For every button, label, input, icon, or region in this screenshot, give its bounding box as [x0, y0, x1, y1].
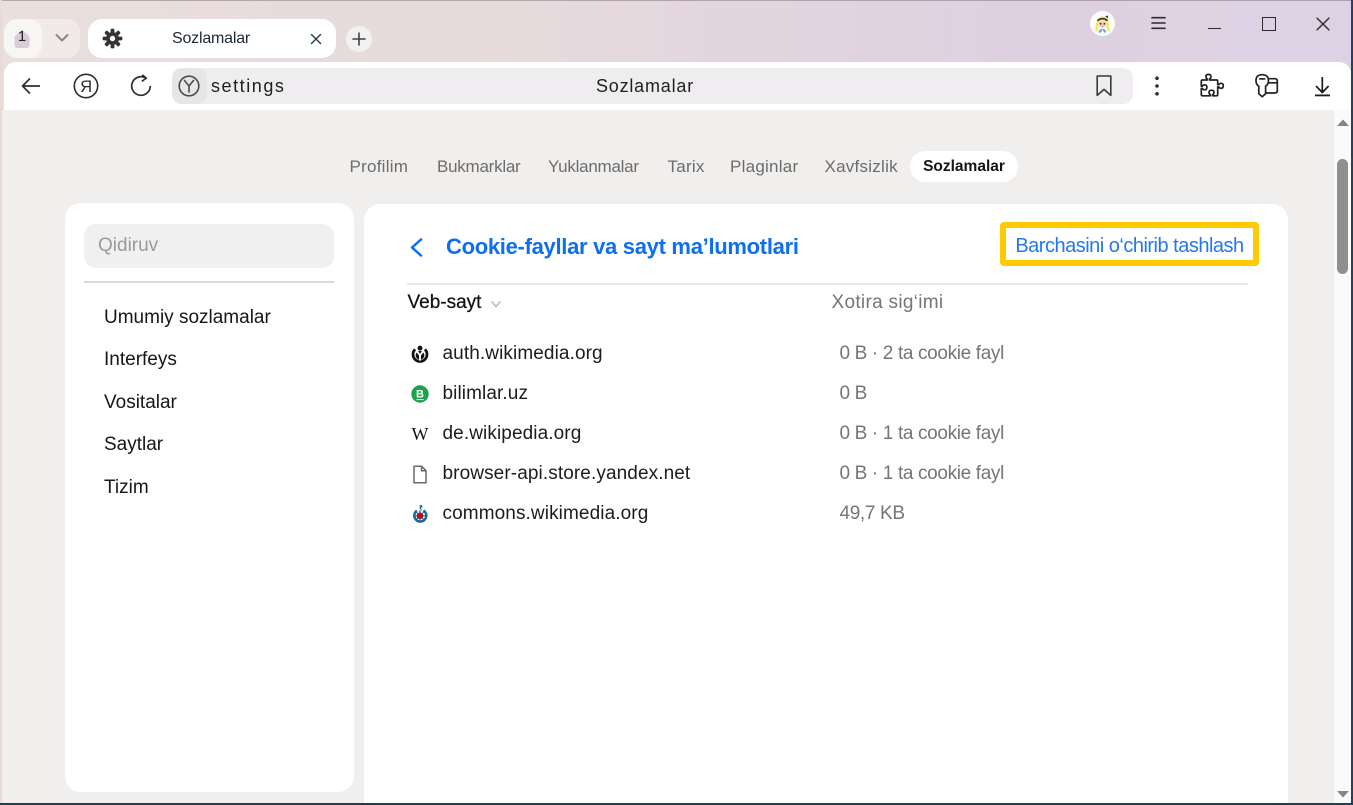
- svg-text:B: B: [416, 388, 424, 400]
- svg-text:W: W: [412, 425, 429, 443]
- svg-text:R: R: [80, 78, 92, 96]
